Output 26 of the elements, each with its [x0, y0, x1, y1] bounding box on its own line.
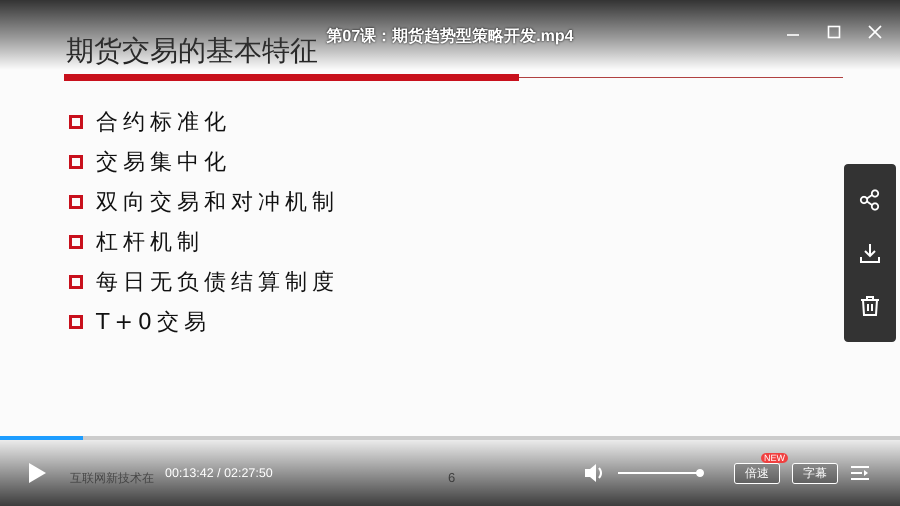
delete-icon[interactable]: [859, 294, 881, 317]
play-icon[interactable]: [27, 462, 47, 484]
bullet-square-icon: [69, 194, 83, 208]
bullet-text: 交易集中化: [96, 148, 231, 176]
bullet-square-icon: [69, 234, 83, 248]
playback-time: 00:13:42 / 02:27:50: [165, 466, 273, 480]
bullet-text: 杠杆机制: [96, 228, 204, 256]
bullet-square-icon: [69, 274, 83, 288]
slide-title: 期货交易的基本特征: [66, 33, 318, 69]
bullet-square-icon: [69, 314, 83, 328]
video-title: 第07课：期货趋势型策略开发.mp4: [326, 26, 574, 47]
bullet-text: 合约标准化: [96, 108, 231, 136]
download-icon[interactable]: [859, 242, 881, 264]
bullet-text: 双向交易和对冲机制: [96, 188, 339, 216]
page-number: 6: [448, 470, 456, 485]
bullet-square-icon: [69, 114, 83, 128]
bullet-square-icon: [69, 154, 83, 168]
subtitle-button[interactable]: 字幕: [792, 462, 838, 484]
close-icon[interactable]: [868, 25, 882, 39]
bullet-text: 每日无负债结算制度: [96, 268, 339, 296]
maximize-icon[interactable]: [827, 25, 841, 39]
share-icon[interactable]: [859, 189, 881, 212]
bullet-text: T+0交易: [96, 308, 211, 336]
slide-footer: 互联网新技术在: [70, 470, 154, 487]
playlist-icon[interactable]: [850, 465, 870, 481]
speed-button[interactable]: 倍速: [734, 462, 780, 484]
